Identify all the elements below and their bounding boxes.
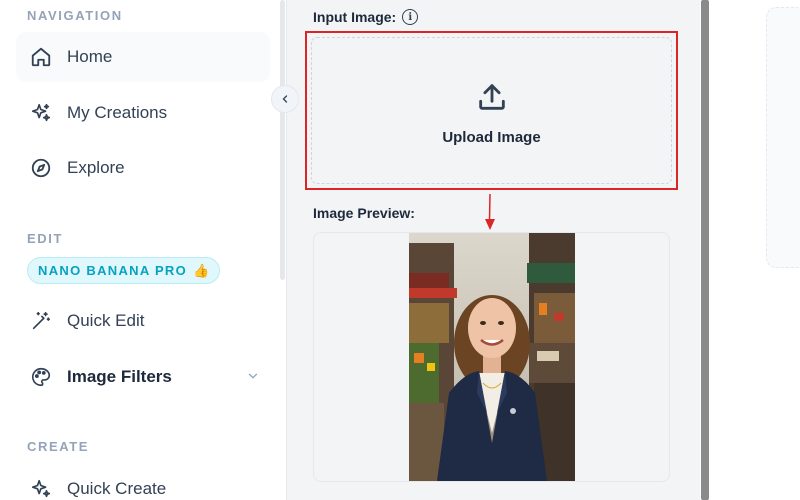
promo-label: NANO BANANA PRO — [38, 263, 188, 278]
collapse-sidebar-button[interactable] — [271, 85, 299, 113]
input-image-label-text: Input Image: — [313, 9, 397, 25]
sparkles-icon — [28, 100, 54, 126]
sidebar-item-label: My Creations — [67, 103, 168, 122]
input-image-label: Input Image: i — [313, 9, 419, 25]
compass-icon — [28, 155, 54, 181]
chevron-left-icon — [282, 95, 288, 103]
sparkles-icon — [28, 476, 54, 500]
magic-wand-icon — [28, 308, 54, 334]
sidebar-item-quick-edit[interactable]: Quick Edit — [16, 296, 270, 346]
sidebar-item-label: Explore — [67, 158, 125, 177]
chevron-down-icon[interactable] — [246, 369, 260, 388]
sidebar-item-explore[interactable]: Explore — [16, 143, 270, 193]
sidebar-item-image-filters[interactable]: Image Filters — [16, 352, 270, 402]
output-placeholder-card — [766, 7, 800, 268]
thumbs-up-icon: 👍 — [193, 262, 210, 278]
annotation-arrow — [485, 193, 495, 230]
nano-banana-pro-badge[interactable]: NANO BANANA PRO 👍 — [27, 257, 221, 284]
main-scrollbar[interactable] — [701, 0, 709, 500]
home-icon — [28, 44, 54, 70]
section-label-create: CREATE — [27, 439, 90, 454]
sidebar-scrollbar[interactable] — [280, 0, 285, 280]
section-label-navigation: NAVIGATION — [27, 8, 123, 23]
info-icon[interactable]: i — [402, 9, 419, 25]
preview-photo — [409, 233, 575, 481]
sidebar-item-label: Quick Create — [67, 479, 167, 498]
sidebar-item-label: Home — [67, 47, 113, 66]
image-preview-label: Image Preview: — [313, 205, 415, 221]
sidebar-item-my-creations[interactable]: My Creations — [16, 88, 270, 138]
sidebar-item-quick-create[interactable]: Quick Create — [16, 464, 270, 500]
palette-icon — [28, 364, 54, 390]
sidebar-item-label: Image Filters — [67, 367, 172, 386]
sidebar: NAVIGATION Home My Creations Explore EDI… — [0, 0, 285, 500]
section-label-edit: EDIT — [27, 231, 64, 246]
highlight-annotation-box — [305, 31, 678, 190]
sidebar-item-label: Quick Edit — [67, 311, 145, 330]
sidebar-item-home[interactable]: Home — [16, 32, 270, 82]
